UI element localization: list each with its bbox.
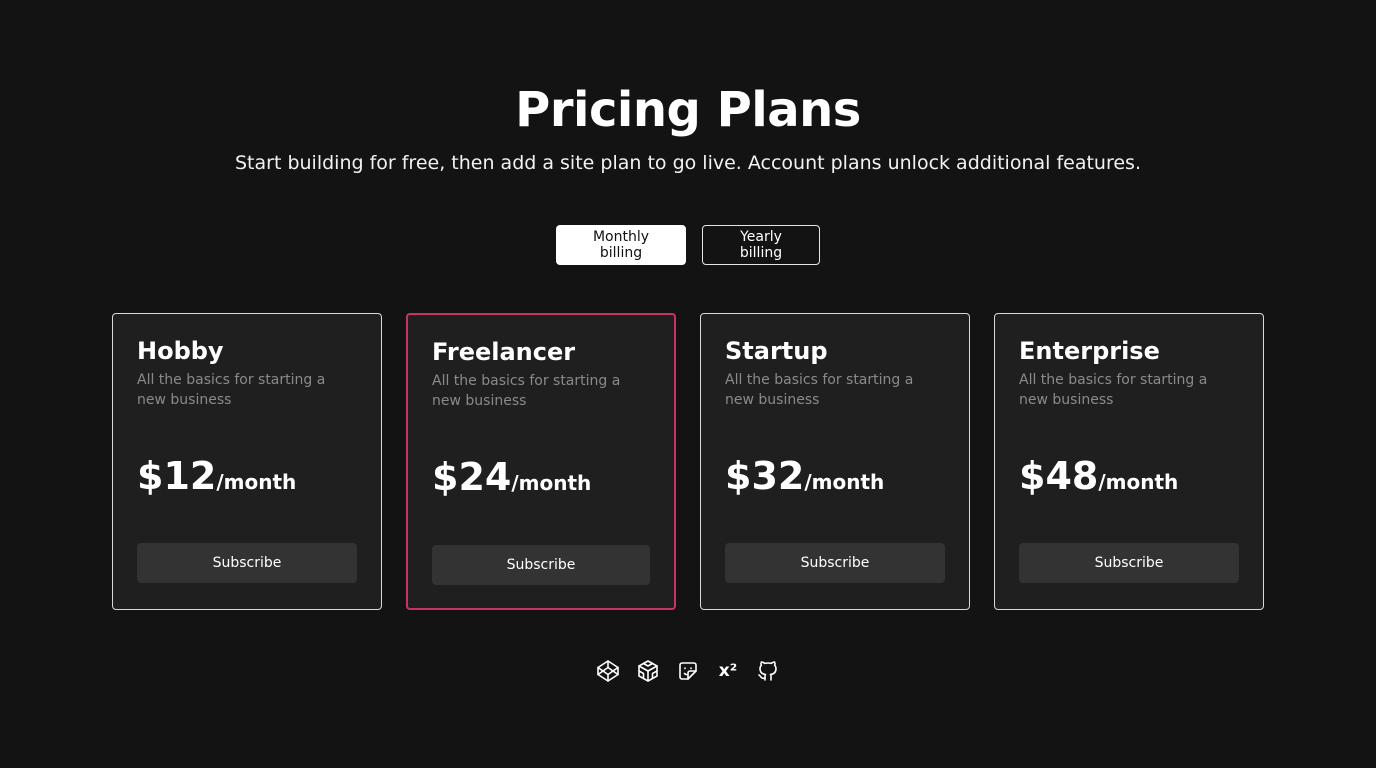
subscribe-button-freelancer[interactable]: Subscribe bbox=[432, 545, 650, 585]
price-amount: $24 bbox=[432, 455, 512, 499]
plan-price: $48 /month bbox=[1019, 454, 1178, 498]
plan-name: Enterprise bbox=[1019, 337, 1160, 365]
page-title: Pricing Plans bbox=[515, 82, 861, 138]
superscript-icon[interactable]: x² bbox=[716, 659, 740, 683]
billing-toggle: Monthly billing Yearly billing bbox=[0, 225, 1376, 265]
price-amount: $12 bbox=[137, 454, 217, 498]
plan-name: Startup bbox=[725, 337, 828, 365]
price-period: /month bbox=[804, 470, 885, 494]
price-period: /month bbox=[511, 471, 592, 495]
monthly-billing-button[interactable]: Monthly billing bbox=[556, 225, 686, 265]
yearly-billing-button[interactable]: Yearly billing bbox=[702, 225, 820, 265]
plan-description: All the basics for starting a new busine… bbox=[137, 372, 326, 408]
price-period: /month bbox=[216, 470, 297, 494]
pricing-cards: Hobby All the basics for starting a new … bbox=[112, 313, 1264, 610]
footer-icons: x² bbox=[0, 659, 1376, 683]
plan-card-enterprise: Enterprise All the basics for starting a… bbox=[994, 313, 1264, 610]
plan-name: Freelancer bbox=[432, 338, 576, 366]
subscribe-button-enterprise[interactable]: Subscribe bbox=[1019, 543, 1239, 583]
plan-card-hobby: Hobby All the basics for starting a new … bbox=[112, 313, 382, 610]
codesandbox-icon[interactable] bbox=[636, 659, 660, 683]
plan-card-startup: Startup All the basics for starting a ne… bbox=[700, 313, 970, 610]
pricing-page: Pricing Plans Start building for free, t… bbox=[0, 0, 1376, 768]
plan-price: $12 /month bbox=[137, 454, 296, 498]
sticker-icon[interactable] bbox=[676, 659, 700, 683]
plan-price: $24 /month bbox=[432, 455, 591, 499]
price-amount: $48 bbox=[1019, 454, 1099, 498]
plan-description: All the basics for starting a new busine… bbox=[1019, 372, 1208, 408]
page-subtitle: Start building for free, then add a site… bbox=[234, 152, 1141, 174]
plan-card-freelancer: Freelancer All the basics for starting a… bbox=[406, 313, 676, 610]
price-period: /month bbox=[1098, 470, 1179, 494]
subscribe-button-startup[interactable]: Subscribe bbox=[725, 543, 945, 583]
plan-description: All the basics for starting a new busine… bbox=[725, 372, 914, 408]
plan-name: Hobby bbox=[137, 337, 224, 365]
plan-description: All the basics for starting a new busine… bbox=[432, 373, 621, 409]
price-amount: $32 bbox=[725, 454, 805, 498]
codepen-icon[interactable] bbox=[596, 659, 620, 683]
plan-price: $32 /month bbox=[725, 454, 884, 498]
github-icon[interactable] bbox=[756, 659, 780, 683]
subscribe-button-hobby[interactable]: Subscribe bbox=[137, 543, 357, 583]
superscript-text: x² bbox=[718, 661, 738, 681]
